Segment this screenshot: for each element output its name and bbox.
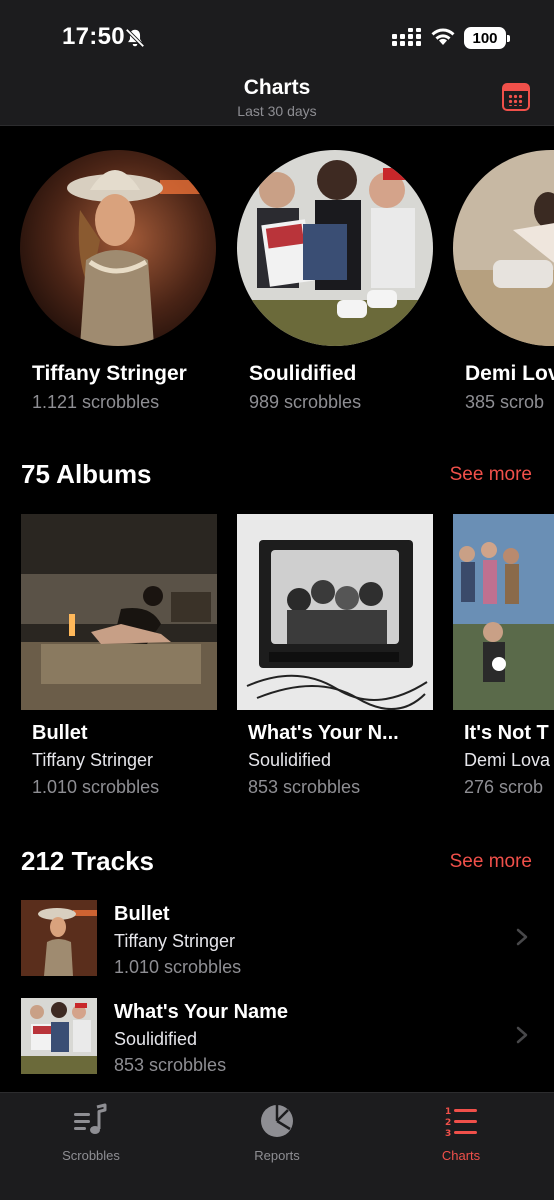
- chevron-right-icon: [516, 928, 528, 946]
- album-cover: [21, 514, 217, 710]
- album-scrobbles: 853 scrobbles: [248, 777, 361, 797]
- calendar-icon[interactable]: [502, 83, 530, 111]
- tab-scrobbles[interactable]: Scrobbles: [31, 1101, 151, 1163]
- battery-level: 100: [472, 29, 498, 47]
- tracks-see-more-button[interactable]: See more: [450, 851, 532, 873]
- chevron-right-icon: [516, 1026, 528, 1044]
- artist-card[interactable]: Soulidified 989 scrobbles: [237, 150, 437, 412]
- tab-label: Reports: [254, 1148, 300, 1163]
- album-title: It's Not T: [464, 722, 549, 744]
- album-artist: Demi Lova: [464, 750, 551, 770]
- battery-icon: 100: [464, 27, 510, 49]
- bell-slash-icon: [125, 28, 145, 48]
- wifi-icon: [431, 28, 455, 45]
- track-title: Bullet: [114, 903, 170, 925]
- tab-label: Charts: [441, 1148, 481, 1163]
- album-artist: Tiffany Stringer: [32, 750, 154, 770]
- cellular-signal-icon: [392, 28, 421, 46]
- tab-charts[interactable]: 1 2 3 Charts: [401, 1101, 521, 1163]
- numbered-list-icon: 1 2 3: [445, 1107, 477, 1139]
- artist-card[interactable]: Demi Lov 385 scrob: [453, 150, 554, 412]
- artist-image: [237, 150, 433, 346]
- album-scrobbles: 276 scrob: [464, 777, 544, 797]
- track-row[interactable]: What's Your Name Soulidified 853 scrobbl…: [0, 998, 554, 1082]
- albums-section-title: 75 Albums: [21, 459, 152, 489]
- svg-text:2: 2: [445, 1118, 451, 1128]
- album-artist: Soulidified: [248, 750, 332, 770]
- nav-header: Charts Last 30 days: [0, 66, 554, 126]
- svg-text:3: 3: [445, 1129, 451, 1139]
- album-title: What's Your N...: [248, 722, 399, 744]
- albums-see-more-button[interactable]: See more: [450, 464, 532, 486]
- music-list-icon: [74, 1103, 107, 1134]
- pie-chart-icon: [261, 1105, 293, 1137]
- artist-name: Soulidified: [249, 362, 357, 385]
- svg-text:1: 1: [445, 1107, 451, 1117]
- artist-name: Demi Lov: [465, 362, 554, 385]
- artist-carousel[interactable]: Tiffany Stringer 1.121 scrobbles Soulidi…: [0, 150, 554, 420]
- track-artist: Tiffany Stringer: [114, 931, 236, 951]
- status-time: 17:50: [62, 23, 125, 50]
- page-title: Charts: [243, 76, 311, 99]
- artist-name: Tiffany Stringer: [32, 362, 187, 385]
- page-subtitle: Last 30 days: [237, 103, 317, 119]
- tab-reports[interactable]: Reports: [217, 1101, 337, 1163]
- track-scrobbles: 853 scrobbles: [114, 1055, 227, 1075]
- album-card[interactable]: What's Your N... Soulidified 853 scrobbl…: [237, 514, 433, 797]
- album-card[interactable]: Bullet Tiffany Stringer 1.010 scrobbles: [21, 514, 217, 797]
- tab-bar: Scrobbles Reports 1 2 3 Charts: [0, 1092, 554, 1200]
- album-card[interactable]: It's Not T Demi Lova 276 scrob: [453, 514, 554, 797]
- artist-image: [20, 150, 216, 346]
- tab-label: Scrobbles: [62, 1148, 120, 1163]
- track-artwork: [21, 900, 97, 976]
- status-bar: 17:50 100: [0, 0, 554, 66]
- track-row[interactable]: Bullet Tiffany Stringer 1.010 scrobbles: [0, 900, 554, 984]
- track-title: What's Your Name: [114, 1001, 289, 1023]
- artist-card[interactable]: Tiffany Stringer 1.121 scrobbles: [20, 150, 220, 412]
- artist-scrobbles: 385 scrob: [465, 392, 545, 412]
- album-carousel[interactable]: Bullet Tiffany Stringer 1.010 scrobbles …: [0, 514, 554, 804]
- track-artwork: [21, 998, 97, 1074]
- track-scrobbles: 1.010 scrobbles: [114, 957, 242, 977]
- album-cover: [453, 514, 554, 710]
- track-artist: Soulidified: [114, 1029, 198, 1049]
- album-cover: [237, 514, 433, 710]
- album-title: Bullet: [32, 722, 88, 744]
- artist-image: [453, 150, 554, 346]
- album-scrobbles: 1.010 scrobbles: [32, 777, 160, 797]
- artist-scrobbles: 989 scrobbles: [249, 392, 362, 412]
- tracks-section-title: 212 Tracks: [21, 846, 155, 876]
- artist-scrobbles: 1.121 scrobbles: [32, 392, 160, 412]
